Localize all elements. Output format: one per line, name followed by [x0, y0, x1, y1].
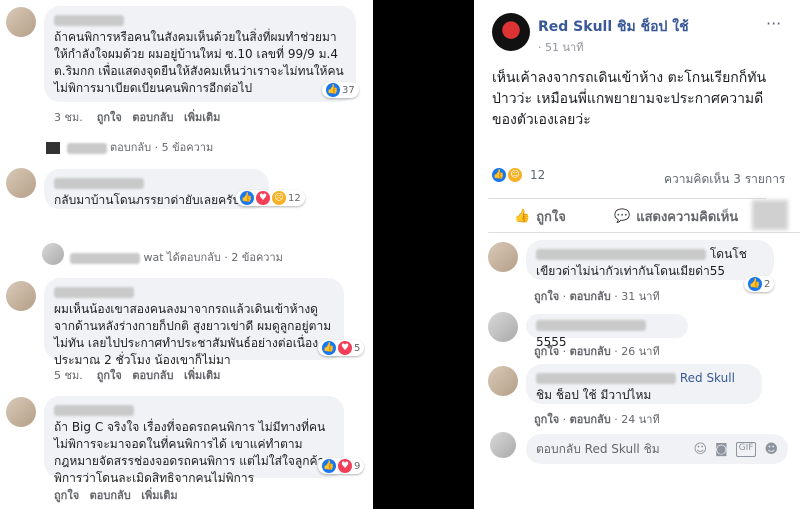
reply-link[interactable]: ตอบกลับ [570, 345, 611, 358]
camera-icon[interactable]: ◙ [715, 442, 728, 457]
haha-icon: ☺ [508, 168, 522, 182]
like-icon: 👍 [326, 83, 340, 97]
avatar [490, 432, 516, 458]
comment-text: ถ้าคนพิการหรือคนในสังคมเห็นด้วยในสิ่งที่… [54, 30, 344, 95]
like-icon: 👍 [492, 168, 506, 182]
comment-bubble: ผมเห็นน้องเขาสองคนลงมาจากรถแล้วเดินเข้าห… [44, 278, 344, 367]
comment-meta: 3 ชม. ถูกใจ ตอบกลับ เพิ่มเติม [54, 111, 221, 124]
comment-meta: ถูกใจ · ตอบกลับ · 31 นาที [534, 290, 660, 303]
reaction-badge[interactable]: 👍 ♥ ☹ 12 [236, 190, 305, 206]
love-icon: ♥ [338, 341, 352, 355]
comment-bubble: Red Skull ชิม ช็อป ใช้ มีวาปไหม [526, 364, 762, 404]
comment-bubble: กลับมาบ้านโดนภรรยาด่ายับเลยครับ [44, 169, 269, 209]
sad-icon: ☹ [272, 191, 286, 205]
avatar[interactable] [6, 281, 36, 311]
reaction-badge[interactable]: 👍 ♥ 5 [318, 340, 365, 356]
sticker-icon[interactable]: ☻ [764, 442, 778, 457]
like-link[interactable]: ถูกใจ [534, 413, 559, 426]
avatar[interactable] [488, 242, 518, 272]
like-icon: 👍 [748, 277, 762, 291]
comment-bubble: โดนโช เขียวด่าไม่น่ากัวเท่ากันโดนเมียด่า… [526, 240, 774, 280]
comment-meta: 5 ชม. ถูกใจ ตอบกลับ เพิ่มเติม [54, 369, 221, 382]
comment-meta: ถูกใจ ตอบกลับ เพิ่มเติม [54, 486, 178, 504]
reply-avatar-icon [46, 142, 60, 154]
like-icon: 👍 [322, 341, 336, 355]
like-link[interactable]: ถูกใจ [54, 489, 79, 502]
comment-bubble: ถ้าคนพิการหรือคนในสังคมเห็นด้วยในสิ่งที่… [44, 6, 356, 102]
comment-button[interactable]: 💬 แสดงความคิดเห็น [614, 206, 738, 227]
avatar[interactable] [42, 243, 64, 265]
thumbs-up-icon: 👍 [514, 209, 531, 224]
reaction-badge[interactable]: 👍 37 [322, 82, 359, 98]
comment-meta: ถูกใจ · ตอบกลับ · 26 นาที [534, 345, 660, 358]
like-link[interactable]: ถูกใจ [534, 290, 559, 303]
right-post-panel: Red Skull ชิม ช็อป ใช้ · 51 นาที ··· เห็… [474, 0, 800, 509]
comment-text: ผมเห็นน้องเขาสองคนลงมาจากรถแล้วเดินเข้าห… [54, 302, 332, 367]
reply-link[interactable]: ตอบกลับ [132, 369, 173, 382]
like-link[interactable]: ถูกใจ [97, 369, 122, 382]
commenter-name[interactable] [54, 405, 134, 416]
reply-input[interactable]: ตอบกลับ Red Skull ชิม ☺ ◙ GIF ☻ [526, 434, 788, 464]
like-link[interactable]: ถูกใจ [534, 345, 559, 358]
replier-name [70, 252, 140, 264]
love-icon: ♥ [338, 459, 352, 473]
reaction-badge[interactable]: 👍 ♥ 9 [318, 458, 365, 474]
commenter-name[interactable] [536, 249, 706, 260]
view-replies[interactable]: wat ได้ตอบกลับ · 2 ข้อความ [70, 248, 283, 266]
commenter-name[interactable] [54, 178, 144, 189]
love-icon: ♥ [256, 191, 270, 205]
comment-text: กลับมาบ้านโดนภรรยาด่ายับเลยครับ [54, 193, 241, 207]
comment-bubble: ถ้า Big C จริงใจ เรื่องที่จอดรถคนพิการ ไ… [44, 396, 344, 485]
avatar[interactable] [6, 168, 36, 198]
speech-bubble-icon: 💬 [614, 209, 631, 224]
post-text: เห็นเค้าลงจากรถเดินเข้าห้าง ตะโกนเรียกก็… [492, 70, 767, 128]
commenter-name[interactable] [536, 373, 676, 384]
reaction-summary[interactable]: 👍 ☺ 12 [492, 168, 545, 182]
emoji-icon[interactable]: ☺ [693, 442, 707, 457]
like-icon: 👍 [240, 191, 254, 205]
divider [488, 198, 766, 199]
reply-link[interactable]: ตอบกลับ [90, 489, 131, 502]
comment-count[interactable]: ความคิดเห็น 3 รายการ [664, 170, 785, 189]
commenter-name[interactable] [536, 320, 646, 331]
more-options-icon[interactable]: ··· [766, 14, 781, 33]
reply-link[interactable]: ตอบกลับ [570, 413, 611, 426]
avatar[interactable] [6, 397, 36, 427]
commenter-name[interactable] [54, 15, 124, 26]
view-replies[interactable]: ตอบกลับ · 5 ข้อความ [46, 138, 213, 156]
replier-name [66, 142, 107, 154]
divider [488, 232, 800, 233]
like-button[interactable]: 👍 ถูกใจ [514, 206, 566, 227]
blurred-region [752, 200, 788, 230]
comment-text: ถ้า Big C จริงใจ เรื่องที่จอดรถคนพิการ ไ… [54, 420, 326, 485]
avatar[interactable] [488, 366, 518, 396]
comment-bubble: 5555 [526, 314, 688, 349]
reaction-badge[interactable]: 👍 2 [744, 276, 775, 292]
more-link[interactable]: เพิ่มเติม [184, 111, 220, 124]
page-avatar[interactable] [492, 13, 530, 51]
avatar[interactable] [488, 312, 518, 342]
post-time[interactable]: · 51 นาที [538, 38, 583, 56]
more-link[interactable]: เพิ่มเติม [184, 369, 220, 382]
reply-link[interactable]: ตอบกลับ [570, 290, 611, 303]
left-comment-panel: ถ้าคนพิการหรือคนในสังคมเห็นด้วยในสิ่งที่… [0, 0, 373, 509]
like-icon: 👍 [322, 459, 336, 473]
reply-link[interactable]: ตอบกลับ [132, 111, 173, 124]
comment-meta: ถูกใจ · ตอบกลับ · 24 นาที [534, 413, 660, 426]
avatar[interactable] [6, 7, 36, 37]
gif-icon[interactable]: GIF [735, 441, 757, 457]
page-name[interactable]: Red Skull ชิม ช็อป ใช้ [538, 16, 689, 38]
more-link[interactable]: เพิ่มเติม [141, 489, 177, 502]
commenter-name[interactable] [54, 287, 134, 298]
like-link[interactable]: ถูกใจ [97, 111, 122, 124]
